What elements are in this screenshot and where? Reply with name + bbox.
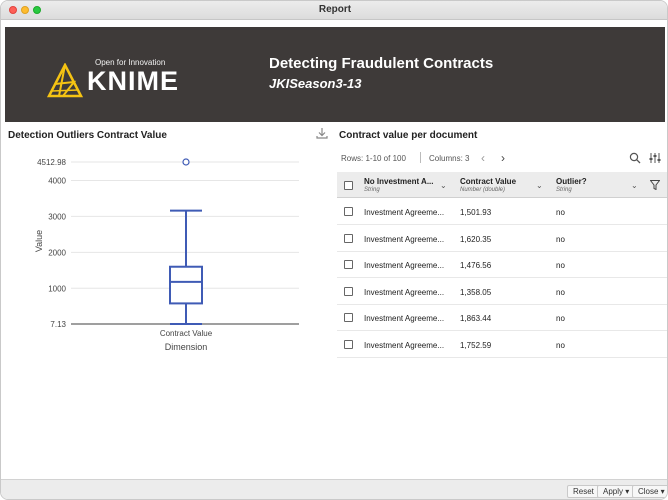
boxplot-chart: 7.13 1000 2000 3000 4000 4512.98 Contract Valu…	[34, 158, 299, 352]
row-checkbox[interactable]	[344, 207, 353, 216]
info-divider	[420, 152, 421, 163]
cell-name: Investment Agreeme...	[364, 261, 445, 270]
title-bar: Report	[1, 1, 667, 20]
cell-outlier: no	[556, 234, 565, 244]
cell-outlier: no	[556, 261, 565, 270]
chevron-down-icon[interactable]: ⌄	[536, 181, 543, 190]
y-tick-label: 4000	[48, 176, 66, 185]
columns-count: Columns: 3	[429, 154, 470, 163]
select-all-checkbox[interactable]	[344, 181, 353, 190]
rows-count: Rows: 1-10 of 100	[341, 154, 406, 163]
filter-icon[interactable]	[650, 180, 660, 190]
knime-logo: Open for Innovation KNIME	[47, 55, 197, 105]
cell-outlier: no	[556, 314, 565, 323]
outlier-point	[182, 158, 190, 166]
y-tick-label: 4512.98	[37, 158, 66, 167]
cell-value: 1,501.93	[460, 208, 492, 217]
cell-value: 1,620.35	[460, 234, 492, 244]
window-title: Report	[318, 4, 352, 15]
table-scroll-clip	[337, 363, 667, 373]
cell-name: Investment Agreeme...	[364, 340, 445, 350]
report-title: Detecting Fraudulent Contracts	[269, 55, 494, 72]
cell-name: Investment Agreeme...	[364, 314, 445, 323]
download-icon[interactable]	[316, 127, 328, 139]
column-settings-icon[interactable]	[649, 152, 661, 164]
cell-name: Investment Agreeme...	[364, 234, 445, 244]
apply-button[interactable]: Apply ▾	[597, 485, 636, 498]
cell-value: 1,476.56	[460, 261, 492, 270]
cell-outlier: no	[556, 208, 565, 217]
row-checkbox[interactable]	[344, 260, 353, 269]
knime-triangle-icon	[47, 63, 83, 98]
row-checkbox[interactable]	[344, 286, 353, 296]
chevron-left-icon[interactable]: ‹	[481, 151, 485, 165]
table-row[interactable]: Investment Agreeme... 1,358.05 no	[337, 278, 667, 305]
cell-value: 1,358.05	[460, 287, 492, 297]
table-row[interactable]: Investment Agreeme... 1,476.56 no	[337, 252, 667, 278]
table-row[interactable]: Investment Agreeme... 1,620.35 no	[337, 225, 667, 252]
chevron-down-icon[interactable]: ⌄	[631, 181, 638, 190]
search-icon[interactable]	[629, 152, 641, 164]
cell-value: 1,863.44	[460, 314, 492, 323]
logo-wordmark: KNIME	[87, 66, 179, 96]
table-row[interactable]: Investment Agreeme... 1,752.59 no	[337, 331, 667, 358]
y-axis-title: Value	[34, 230, 44, 252]
cell-outlier: no	[556, 287, 565, 297]
report-window: Report Open for Innovation KNIME Detecti…	[0, 0, 668, 500]
table-row[interactable]: Investment Agreeme... 1,863.44 no	[337, 305, 667, 331]
reset-button[interactable]: Reset	[567, 485, 600, 498]
column-header-name[interactable]: No Investment A... String	[364, 177, 434, 193]
y-tick-label: 1000	[48, 284, 66, 293]
dialog-button-bar: Reset Apply ▾ Close ▾	[1, 479, 667, 499]
cell-name: Investment Agreeme...	[364, 208, 445, 217]
chart-panel-title: Detection Outliers Contract Value	[8, 130, 167, 141]
cell-outlier: no	[556, 340, 565, 350]
row-checkbox[interactable]	[344, 339, 353, 349]
x-axis-title: Dimension	[165, 342, 208, 352]
column-header-outlier[interactable]: Outlier? String	[556, 177, 587, 193]
close-button[interactable]: Close ▾	[632, 485, 667, 498]
y-tick-label: 2000	[48, 248, 66, 257]
cell-name: Investment Agreeme...	[364, 287, 445, 297]
table-row[interactable]: Investment Agreeme... 1,501.93 no	[337, 199, 667, 225]
table-header: No Investment A... String ⌄ Contract Val…	[337, 172, 667, 198]
column-header-value[interactable]: Contract Value Number (double)	[460, 177, 516, 193]
x-category-label: Contract Value	[160, 329, 213, 338]
row-checkbox[interactable]	[344, 233, 353, 243]
report-banner: Open for Innovation KNIME Detecting Frau…	[5, 27, 665, 122]
row-checkbox[interactable]	[344, 313, 353, 322]
report-subtitle: JKISeason3-13	[269, 76, 362, 91]
chevron-right-icon[interactable]: ›	[501, 151, 505, 165]
y-tick-label: 3000	[48, 212, 66, 221]
cell-value: 1,752.59	[460, 340, 492, 350]
iqr-box	[169, 265, 203, 305]
table-panel-title: Contract value per document	[339, 130, 478, 141]
chevron-down-icon[interactable]: ⌄	[440, 181, 447, 190]
y-tick-label: 7.13	[50, 320, 66, 329]
